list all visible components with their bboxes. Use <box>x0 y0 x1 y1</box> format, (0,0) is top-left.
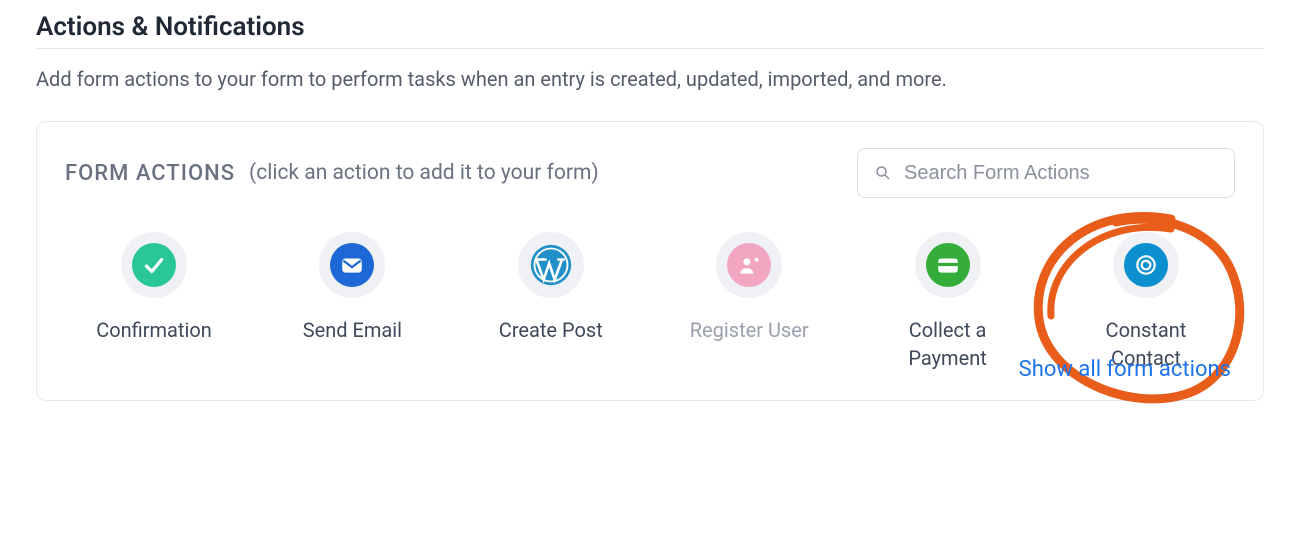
search-box[interactable] <box>857 148 1235 198</box>
target-icon <box>1113 232 1179 298</box>
action-confirmation[interactable]: Confirmation <box>69 232 239 372</box>
section-title: Actions & Notifications <box>36 12 1264 42</box>
panel-title: FORM ACTIONS <box>65 161 235 186</box>
form-actions-panel: FORM ACTIONS (click an action to add it … <box>36 121 1264 401</box>
search-input[interactable] <box>902 161 1218 186</box>
action-label: Collect a Payment <box>908 316 986 372</box>
wordpress-icon <box>518 232 584 298</box>
check-icon <box>121 232 187 298</box>
actions-row: Confirmation Send Email Create Post Registe… <box>65 232 1235 372</box>
action-label: Send Email <box>303 316 402 344</box>
action-label: Register User <box>690 316 809 344</box>
user-plus-icon <box>716 232 782 298</box>
search-icon <box>874 164 892 182</box>
panel-hint: (click an action to add it to your form) <box>249 161 599 185</box>
action-constant-contact[interactable]: Constant Contact <box>1061 232 1231 372</box>
action-label: Confirmation <box>96 316 212 344</box>
action-register-user[interactable]: Register User <box>664 232 834 372</box>
action-label: Create Post <box>499 316 603 344</box>
divider <box>36 48 1264 49</box>
action-send-email[interactable]: Send Email <box>267 232 437 372</box>
section-description: Add form actions to your form to perform… <box>36 67 1264 91</box>
action-collect-payment[interactable]: Collect a Payment <box>863 232 1033 372</box>
panel-header: FORM ACTIONS (click an action to add it … <box>65 148 1235 198</box>
action-create-post[interactable]: Create Post <box>466 232 636 372</box>
envelope-icon <box>319 232 385 298</box>
card-icon <box>915 232 981 298</box>
show-all-link[interactable]: Show all form actions <box>1019 357 1231 382</box>
